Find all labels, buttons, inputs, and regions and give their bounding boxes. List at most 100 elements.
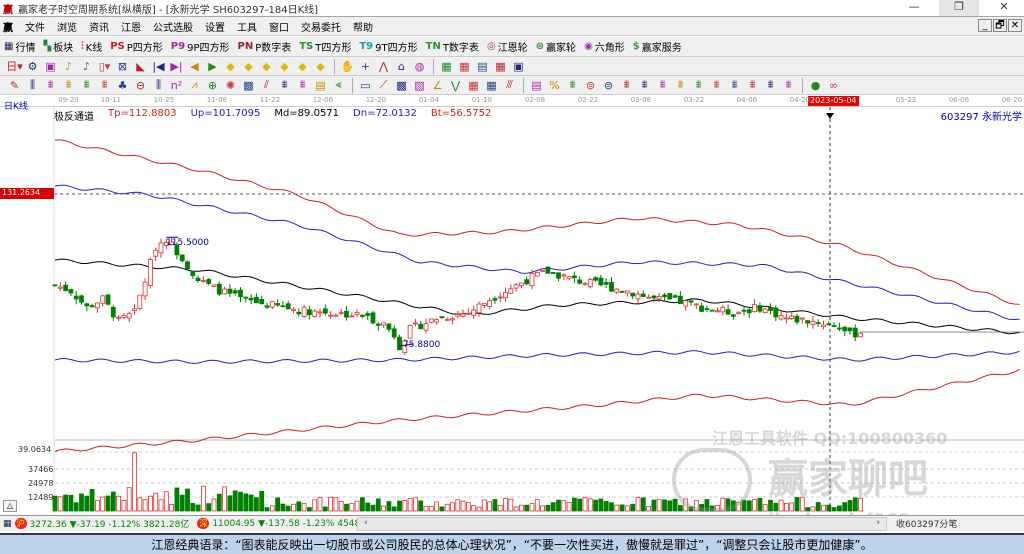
tool-icon[interactable]: ▤ — [474, 60, 491, 73]
tool-icon[interactable]: + — [357, 60, 374, 73]
app-menu-icon[interactable]: 赢 — [3, 19, 13, 34]
scroll-right-icon[interactable]: › — [876, 518, 880, 530]
tool-icon[interactable]: ▩ — [240, 79, 257, 92]
calculator-icon[interactable]: ▦ — [3, 519, 12, 529]
tool-icon[interactable]: ✺ — [222, 79, 239, 92]
tool-icon[interactable]: ▶ — [204, 60, 221, 73]
tool-icon[interactable]: ▦ — [438, 60, 455, 73]
tool-icon[interactable]: ◆ — [294, 60, 311, 73]
tool-icon[interactable]: % — [546, 79, 563, 92]
tool-icon[interactable]: ▦ — [465, 79, 482, 92]
tool-icon[interactable]: ◣ — [132, 60, 149, 73]
tool-icon[interactable]: ⟋ — [375, 78, 392, 92]
tool-icon[interactable]: ⩩ — [636, 78, 653, 92]
toolbar-button-ps[interactable]: PS P四方形 — [110, 39, 163, 54]
tool-icon[interactable]: ▤ — [528, 79, 545, 92]
tool-icon[interactable]: ◀ — [186, 60, 203, 73]
tool-icon[interactable]: ▦ — [483, 79, 500, 92]
tool-icon[interactable]: ● — [807, 79, 824, 92]
minimize-button[interactable]: — — [894, 0, 934, 16]
toolbar-button-tn[interactable]: TN T数字表 — [426, 39, 479, 54]
tool-icon[interactable]: ▦ — [456, 60, 473, 73]
mdi-restore-button[interactable]: 🗗 — [993, 19, 1007, 32]
toolbar-button-dollar[interactable]: $ 赢家服务 — [633, 39, 682, 54]
tool-icon[interactable]: ⚙ — [24, 60, 41, 73]
tool-icon[interactable]: ⊠ — [114, 60, 131, 73]
tool-icon[interactable]: ⋁ — [447, 79, 464, 92]
tool-icon[interactable]: ◆ — [312, 60, 329, 73]
tool-icon[interactable]: ∞ — [825, 79, 842, 92]
menu-item[interactable]: 交易委托 — [301, 19, 341, 34]
tool-icon[interactable]: ⩘ — [186, 78, 203, 92]
menu-item[interactable]: 文件 — [25, 19, 45, 34]
toolbar-button-quote-grid[interactable]: ▦ 行情 — [4, 39, 35, 54]
toolbar-button-t9[interactable]: T9 9T四方形 — [359, 39, 417, 54]
sh-index-quote[interactable]: 3272.36 ▼-37.19 -1.12% 3821.28亿 — [30, 517, 190, 530]
tool-icon[interactable]: ▦ — [492, 60, 509, 73]
toolbar-button-gann-wheel[interactable]: ◎ 江恩轮 — [487, 39, 528, 54]
tool-icon[interactable]: ∠ — [429, 79, 446, 92]
tool-icon[interactable]: ◆ — [258, 60, 275, 73]
tool-icon[interactable]: ▩ — [393, 79, 410, 92]
tool-icon[interactable]: ▤ — [312, 79, 329, 92]
toolbar-button-sector[interactable]: ▚ 板块 — [43, 39, 73, 54]
restore-button[interactable]: ❐ — [939, 0, 979, 16]
menu-item[interactable]: 资讯 — [89, 19, 109, 34]
tool-icon[interactable]: ⊕ — [204, 79, 221, 92]
tool-icon[interactable]: ⩩ — [654, 78, 671, 92]
tool-icon[interactable]: ⩩ — [42, 78, 59, 92]
tool-icon[interactable]: ▯▾ — [96, 60, 113, 73]
menu-item[interactable]: 浏览 — [57, 19, 77, 34]
tool-icon[interactable]: ⫼ — [24, 78, 41, 92]
tool-icon[interactable]: ⩩ — [690, 78, 707, 92]
tool-icon[interactable]: ⋀ — [375, 60, 392, 73]
tool-icon[interactable]: ♣ — [114, 79, 131, 92]
menu-item[interactable]: 帮助 — [353, 19, 373, 34]
tool-icon[interactable]: ▧ — [411, 79, 428, 92]
tool-icon[interactable]: ⫼ — [150, 78, 167, 92]
scroll-left-icon[interactable]: ‹ — [364, 518, 368, 530]
toolbar-button-ts[interactable]: TS T四方形 — [299, 39, 351, 54]
tool-icon[interactable]: |◀ — [150, 60, 167, 73]
mdi-minimize-button[interactable]: _ — [978, 19, 992, 32]
tool-icon[interactable]: ⫽ — [258, 78, 275, 92]
tool-icon[interactable]: ⊜ — [582, 79, 599, 92]
tool-icon[interactable]: ✎ — [6, 79, 23, 92]
tool-icon[interactable]: ⩩ — [672, 78, 689, 92]
tool-icon[interactable]: ◆ — [222, 60, 239, 73]
tool-icon[interactable]: ⩩ — [708, 78, 725, 92]
menu-item[interactable]: 公式选股 — [153, 19, 193, 34]
tool-icon[interactable]: ⫷ — [330, 78, 347, 92]
tool-icon[interactable]: ⊜ — [600, 79, 617, 92]
tool-icon[interactable]: ▣ — [510, 60, 527, 73]
tool-icon[interactable]: ▣ — [42, 60, 59, 73]
tool-icon[interactable]: ◆ — [240, 60, 257, 73]
tool-icon[interactable]: ▭ — [357, 79, 374, 92]
tool-icon[interactable]: ⩩ — [96, 78, 113, 92]
tool-icon[interactable]: ⌂ — [393, 60, 410, 73]
menu-item[interactable]: 窗口 — [269, 19, 289, 34]
horizontal-scrollbar[interactable]: ‹ › — [357, 516, 887, 531]
toolbar-button-kline[interactable]: ⫶ K线 — [81, 39, 102, 54]
tool-icon[interactable]: ⩩ — [618, 78, 635, 92]
tool-icon[interactable]: ⫻ — [501, 78, 518, 92]
tool-icon[interactable]: 日▾ — [6, 58, 23, 74]
menu-item[interactable]: 设置 — [205, 19, 225, 34]
menu-item[interactable]: 江恩 — [121, 19, 141, 34]
tool-icon[interactable]: ✋ — [339, 60, 356, 73]
sz-index-quote[interactable]: 11004.95 ▼-137.58 -1.23% 4548.1 — [212, 519, 369, 529]
menu-item[interactable]: 工具 — [237, 19, 257, 34]
tool-icon[interactable]: ⩩ — [60, 78, 77, 92]
toolbar-button-p9[interactable]: P9 9P四方形 — [171, 39, 230, 54]
close-button[interactable]: ✕ — [984, 0, 1024, 16]
tool-icon[interactable]: ♪ — [78, 60, 95, 73]
toolbar-button-winner-wheel[interactable]: ⊛ 赢家轮 — [536, 39, 576, 54]
tool-icon[interactable]: ⩩ — [294, 78, 311, 92]
tool-icon[interactable]: ▶| — [168, 60, 185, 73]
tool-icon[interactable]: n² — [168, 79, 185, 92]
tool-icon[interactable]: ◆ — [276, 60, 293, 73]
ticker-text[interactable]: 收603297分笔 — [896, 517, 957, 530]
expand-panel-button[interactable]: △ — [3, 500, 17, 512]
tool-icon[interactable]: ⩩ — [564, 78, 581, 92]
tool-icon[interactable]: ⩩ — [78, 78, 95, 92]
